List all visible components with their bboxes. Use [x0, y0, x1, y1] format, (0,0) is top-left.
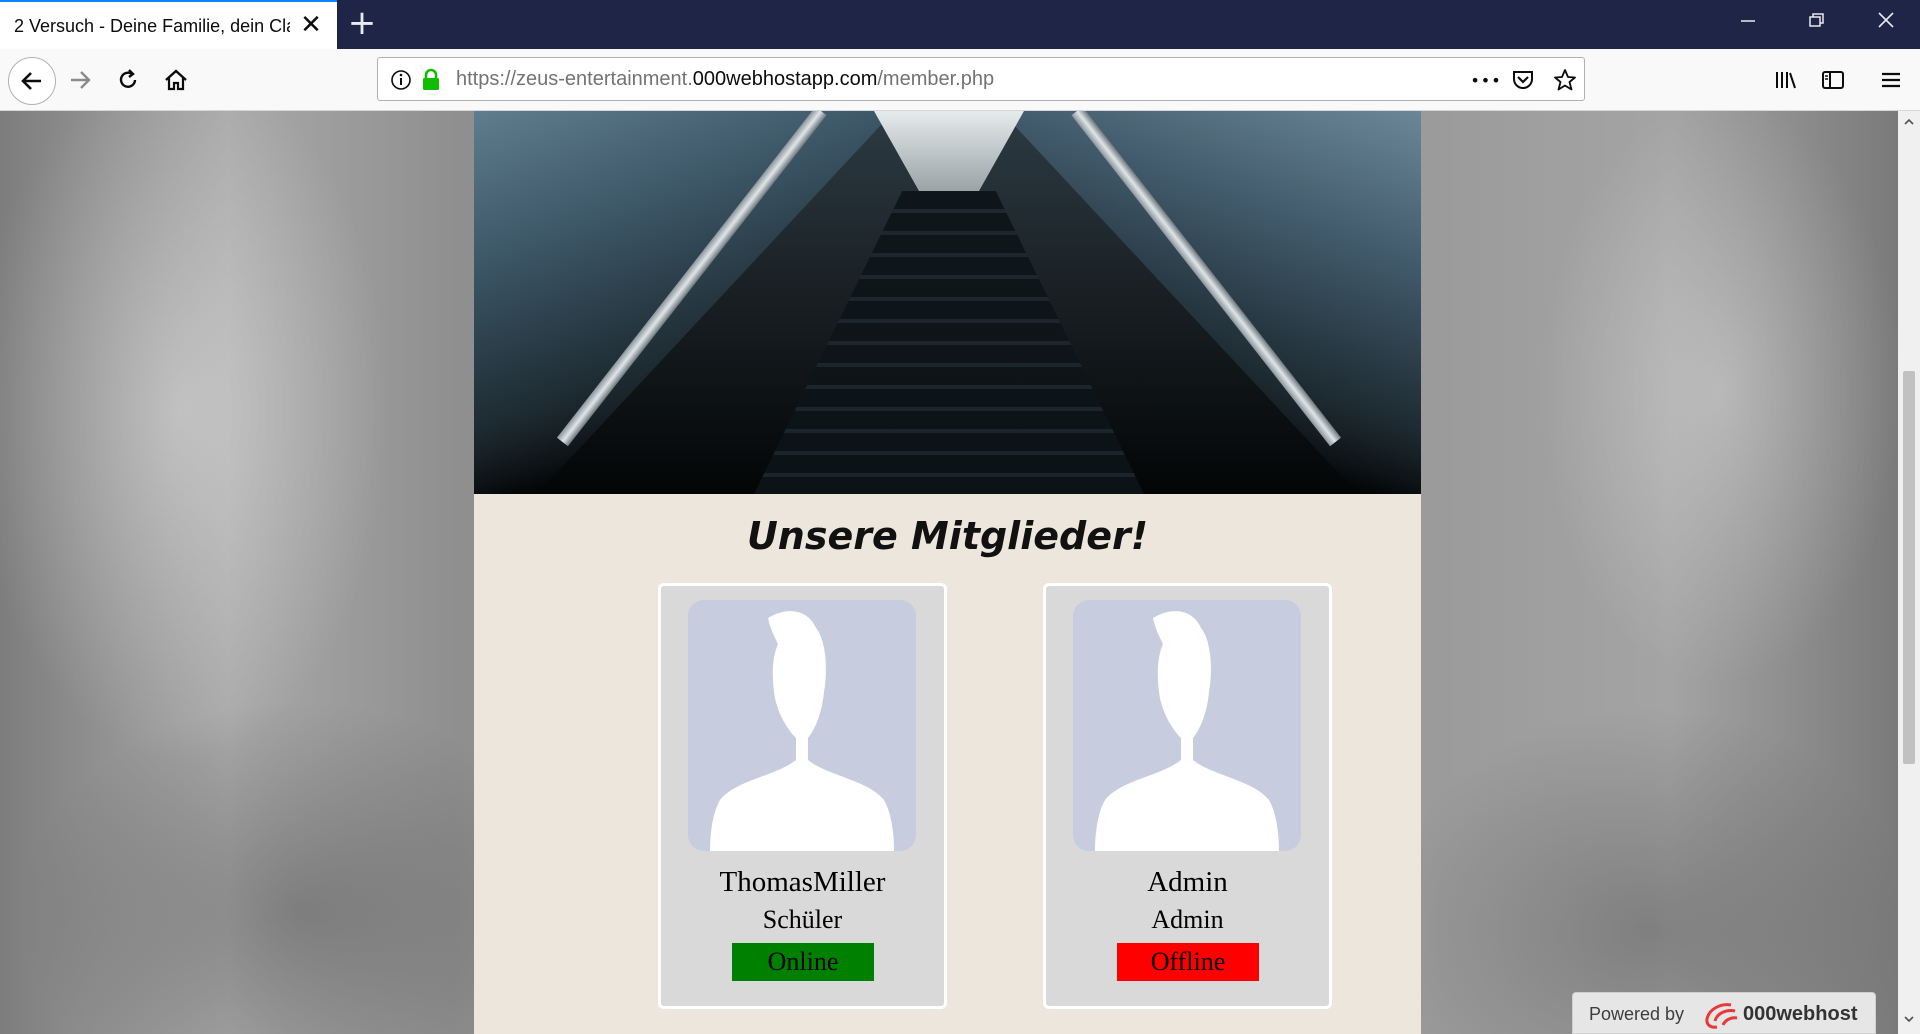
status-badge: Online	[732, 943, 874, 981]
members-heading: Unsere Mitglieder!	[746, 514, 1149, 558]
tab-active[interactable]: 2 Versuch - Deine Familie, dein Clan ✕	[0, 0, 337, 49]
member-role: Schüler	[762, 905, 843, 934]
arrow-right-icon	[71, 71, 91, 89]
avatar-placeholder-icon	[1073, 600, 1301, 851]
library-icon	[1776, 72, 1796, 89]
url-host: 000webhostapp.com	[692, 68, 878, 90]
scroll-down-icon[interactable]	[1898, 1010, 1920, 1032]
sidebar-icon	[1822, 71, 1844, 89]
page-viewport: Unsere Mitglieder! ThomasMiller Schüler …	[0, 111, 1898, 1034]
hero-image	[474, 111, 1421, 494]
url-bar[interactable]: https://zeus-entertainment.000webhostapp…	[377, 57, 1585, 101]
lock-icon[interactable]	[418, 67, 444, 93]
menu-button[interactable]	[1871, 60, 1911, 100]
close-window-icon[interactable]	[1852, 0, 1920, 49]
info-icon[interactable]	[388, 67, 414, 93]
powered-by-badge[interactable]: Powered by 000webhost	[1572, 992, 1876, 1034]
reload-icon	[119, 69, 137, 88]
webhost-logo-icon	[1705, 1003, 1738, 1029]
powered-by-label: Powered by	[1589, 1004, 1685, 1024]
member-name: Admin	[1147, 866, 1228, 898]
member-role: Admin	[1151, 905, 1224, 934]
url-text[interactable]: https://zeus-entertainment.000webhostapp…	[456, 68, 994, 91]
home-icon	[165, 69, 187, 91]
home-button[interactable]	[156, 60, 196, 100]
library-button[interactable]	[1766, 60, 1806, 100]
minimize-icon[interactable]	[1714, 0, 1782, 49]
member-card: ThomasMiller Schüler Online	[658, 583, 947, 1009]
hamburger-icon	[1882, 72, 1900, 88]
status-badge: Offline	[1117, 943, 1259, 981]
tab-close-icon[interactable]: ✕	[299, 12, 323, 38]
forward-button[interactable]	[60, 60, 100, 100]
scroll-thumb[interactable]	[1903, 371, 1915, 764]
url-path: /member.php	[877, 68, 995, 90]
url-prefix: https://zeus-entertainment.	[456, 68, 693, 90]
member-card: Admin Admin Offline	[1043, 583, 1332, 1009]
page-actions-icon[interactable]: •••	[1468, 67, 1504, 93]
member-name: ThomasMiller	[719, 866, 886, 898]
nav-bar: https://zeus-entertainment.000webhostapp…	[0, 49, 1920, 111]
new-tab-button[interactable]: +	[344, 6, 380, 42]
avatar-placeholder-icon	[688, 600, 916, 851]
sidebar-button[interactable]	[1813, 60, 1853, 100]
pocket-icon[interactable]	[1510, 67, 1536, 93]
reload-button[interactable]	[108, 60, 148, 100]
restore-icon[interactable]	[1782, 0, 1850, 49]
tab-title: 2 Versuch - Deine Familie, dein Clan	[14, 16, 290, 36]
bookmark-star-icon[interactable]	[1552, 67, 1578, 93]
hero-escalator-steps	[754, 191, 1144, 494]
back-button[interactable]	[8, 57, 56, 105]
arrow-left-icon	[21, 72, 41, 90]
powered-by-brand: 000webhost	[1743, 1003, 1858, 1025]
hero-sky	[874, 111, 1024, 191]
title-bar: 2 Versuch - Deine Familie, dein Clan ✕ +	[0, 0, 1920, 49]
scroll-up-icon[interactable]	[1898, 113, 1920, 135]
main-content: Unsere Mitglieder! ThomasMiller Schüler …	[474, 111, 1421, 1034]
vertical-scrollbar[interactable]	[1898, 111, 1920, 1034]
